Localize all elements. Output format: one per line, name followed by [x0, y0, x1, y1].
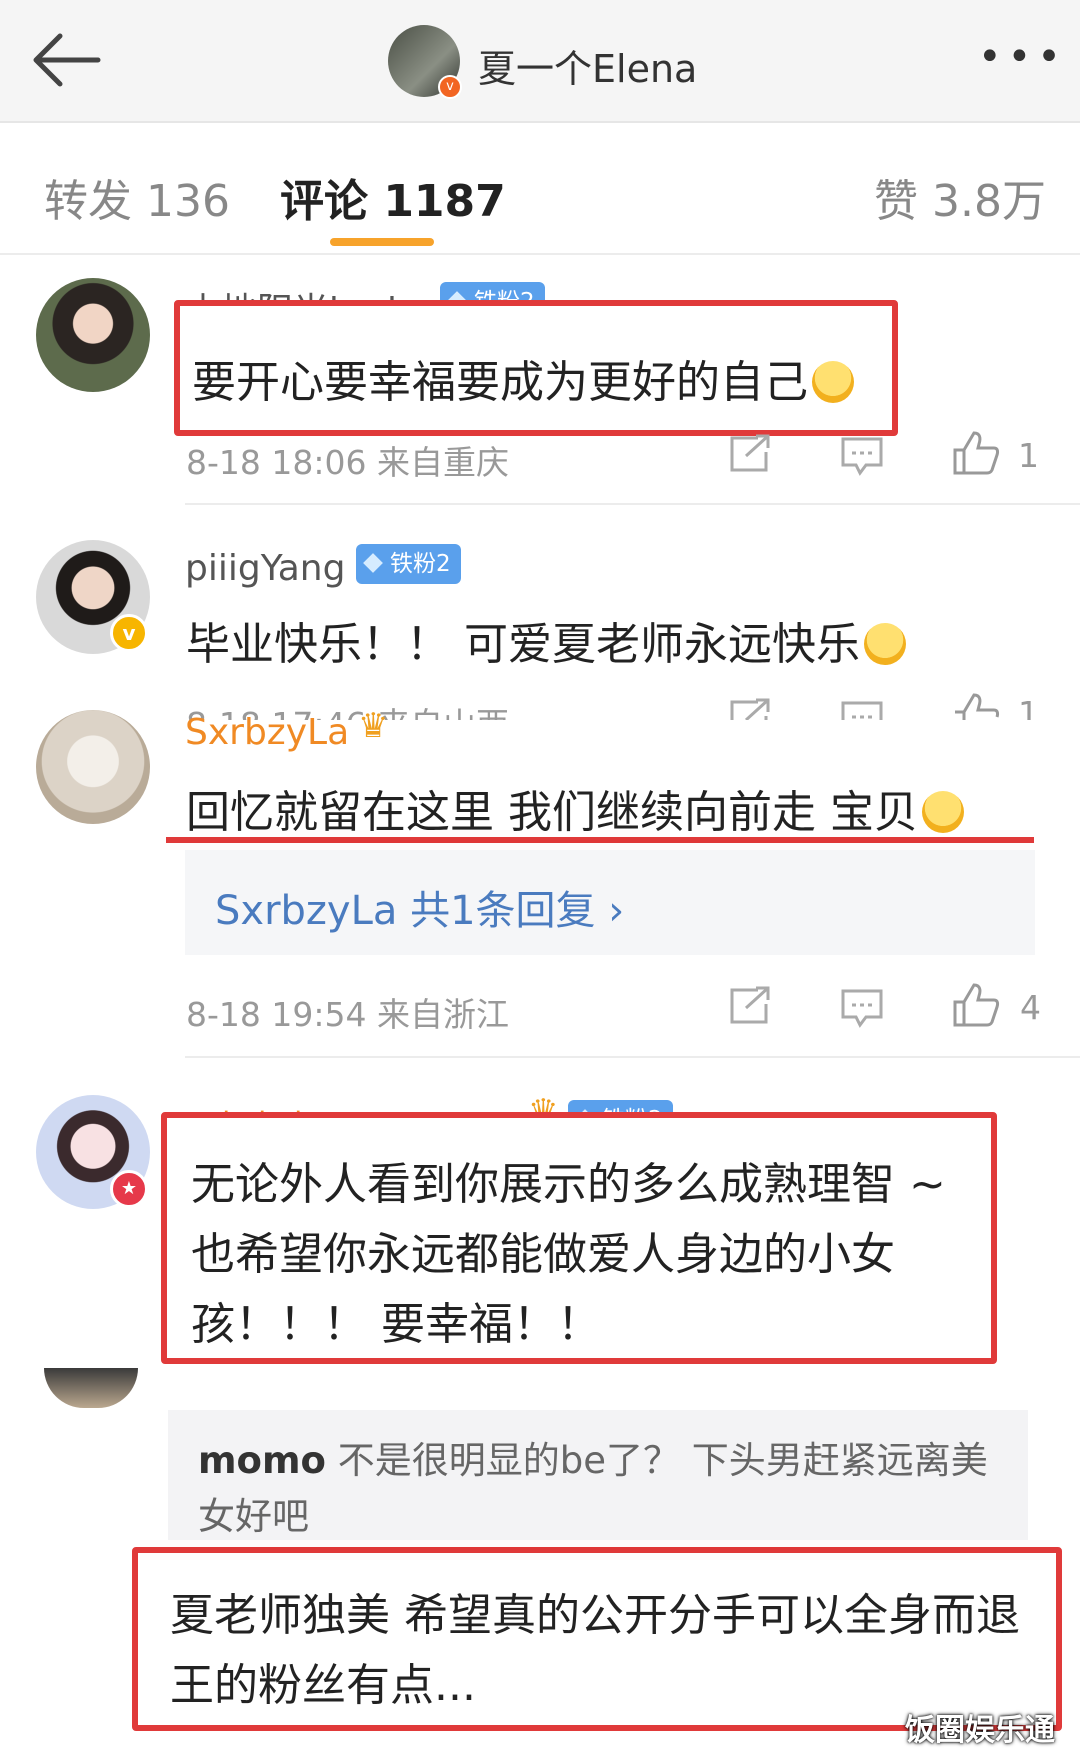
sub-reply-line: momo 不是很明显的be了？ 下头男赶紧远离美 — [198, 1439, 988, 1482]
like-thumb-icon[interactable] — [952, 430, 1000, 476]
avatar[interactable] — [36, 710, 150, 824]
comment-text-line: 也希望你永远都能做爱人身边的小女 — [191, 1229, 895, 1280]
sub-reply-line: 女好吧 — [198, 1495, 309, 1538]
comment-timestamp: 8-18 18:06 来自重庆 — [186, 443, 509, 482]
like-count: 4 — [1020, 988, 1041, 1027]
comment-icon[interactable] — [840, 436, 884, 476]
active-tab-indicator — [330, 238, 434, 246]
emoji-icon — [812, 361, 854, 403]
share-icon[interactable] — [728, 698, 772, 720]
comment-username[interactable]: SxrbzyLa — [185, 712, 349, 753]
fan-level-badge: 铁粉2 — [356, 544, 461, 584]
share-icon[interactable] — [728, 986, 772, 1026]
comment-text: 要开心要幸福要成为更好的自己 — [192, 346, 854, 410]
comment-text-line: 王的粉丝有点... — [170, 1660, 476, 1711]
divider — [185, 1056, 1080, 1058]
page-title: 夏一个Elena — [478, 47, 698, 91]
divider — [185, 503, 1080, 505]
sub-reply[interactable]: momo 不是很明显的be了？ 下头男赶紧远离美 女好吧 — [168, 1410, 1028, 1540]
highlight-box: 要开心要幸福要成为更好的自己 — [174, 300, 898, 436]
avatar[interactable] — [44, 1368, 138, 1408]
share-icon[interactable] — [728, 434, 772, 474]
verified-badge-icon: v — [110, 614, 148, 652]
tab-bar: 转发 136 评论 1187 赞 3.8万 — [0, 125, 1080, 255]
tab-repost[interactable]: 转发 136 — [44, 165, 230, 229]
author-avatar[interactable]: v — [388, 25, 462, 99]
comment-icon[interactable] — [840, 988, 884, 1028]
watermark: 饭圈娱乐通 — [905, 1713, 1055, 1748]
tab-likes[interactable]: 赞 3.8万 — [874, 165, 1046, 229]
back-arrow-icon[interactable] — [30, 30, 102, 90]
like-thumb-icon[interactable] — [952, 982, 1000, 1028]
crown-icon: ♛ — [358, 706, 389, 746]
comment-text-line: 夏老师独美 希望真的公开分手可以全身而退 — [170, 1590, 1020, 1641]
highlight-box: 无论外人看到你展示的多么成熟理智 ~ 也希望你永远都能做爱人身边的小女 孩！！！… — [161, 1112, 997, 1364]
sub-reply-author[interactable]: momo — [198, 1439, 326, 1482]
emoji-icon — [864, 623, 906, 665]
comment-text: 毕业快乐！！ 可爱夏老师永远快乐 — [186, 608, 906, 672]
highlight-underline — [166, 837, 1034, 843]
comment-timestamp: 8-18 19:54 来自浙江 — [186, 995, 509, 1034]
comment-username[interactable]: piiigYang — [185, 548, 345, 589]
like-count: 1 — [1018, 436, 1039, 475]
comment-text-line: 孩！！！ 要幸福！！ — [191, 1299, 601, 1350]
reply-summary[interactable]: SxrbzyLa 共1条回复 › — [185, 850, 1035, 955]
comment-text: 回忆就留在这里 我们继续向前走 宝贝 — [186, 776, 964, 840]
reply-summary-text[interactable]: SxrbzyLa 共1条回复 › — [215, 878, 624, 936]
verified-badge-icon: ★ — [110, 1170, 148, 1208]
comment-text-line: 无论外人看到你展示的多么成熟理智 ~ — [191, 1159, 946, 1210]
comment-icon[interactable] — [840, 700, 884, 720]
avatar[interactable] — [36, 278, 150, 392]
more-options-icon[interactable]: ••• — [978, 37, 1067, 77]
tab-comments[interactable]: 评论 1187 — [280, 165, 506, 229]
verified-badge-icon: v — [438, 75, 462, 99]
top-navigation-bar: v 夏一个Elena ••• — [0, 0, 1080, 123]
highlight-box: 夏老师独美 希望真的公开分手可以全身而退 王的粉丝有点... — [132, 1547, 1062, 1731]
emoji-icon — [921, 791, 964, 833]
like-count: 1 — [1018, 694, 1039, 720]
like-thumb-icon[interactable] — [952, 692, 1000, 720]
